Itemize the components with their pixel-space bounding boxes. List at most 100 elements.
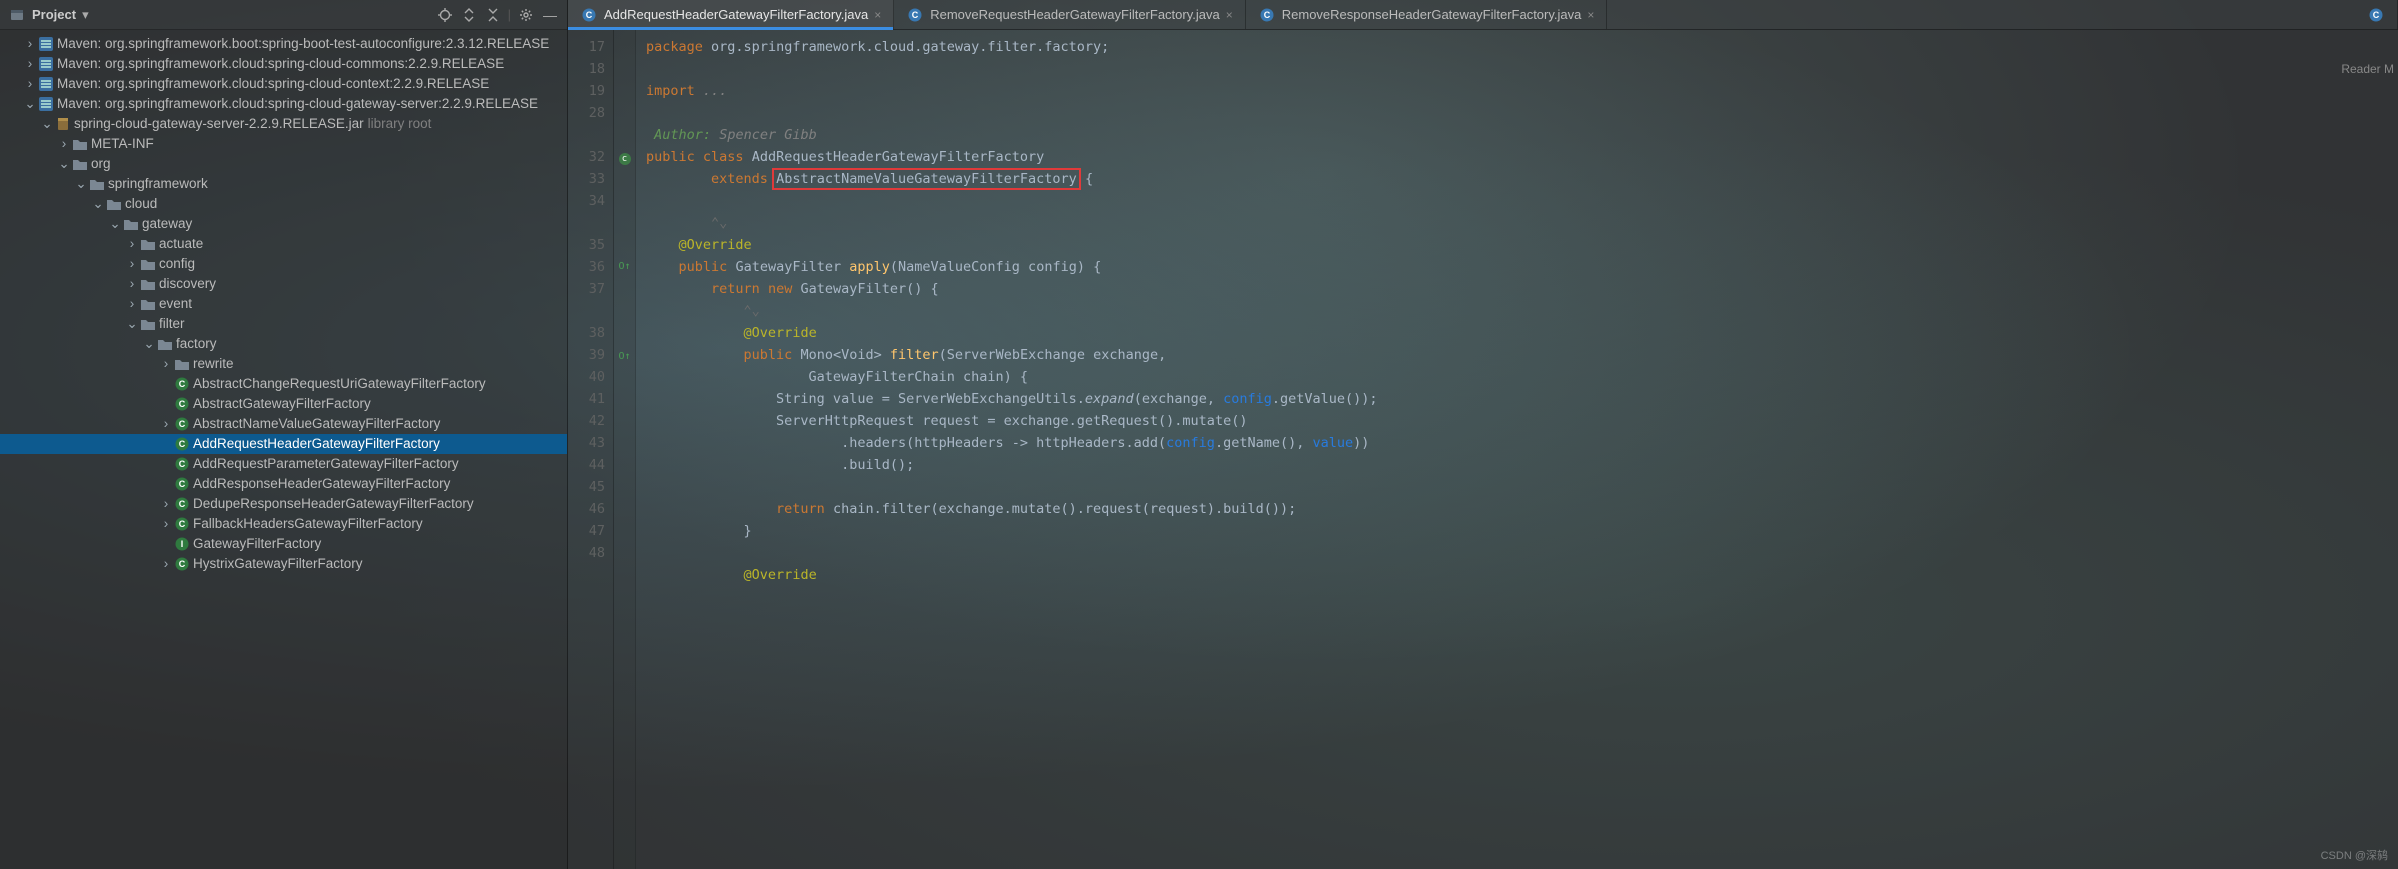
folder-icon	[139, 238, 157, 250]
tree-node[interactable]: ⌄spring-cloud-gateway-server-2.2.9.RELEA…	[0, 114, 567, 134]
tree-node[interactable]: ⌄org	[0, 154, 567, 174]
locate-icon[interactable]	[436, 6, 454, 24]
hide-panel-icon[interactable]: —	[541, 6, 559, 24]
tree-node[interactable]: ⌄ Maven: org.springframework.cloud:spring…	[0, 94, 567, 114]
maven-icon	[37, 57, 55, 71]
tree-arrow-icon[interactable]: ⌄	[142, 334, 156, 354]
tree-node-label: Maven: org.springframework.cloud:spring-…	[57, 74, 489, 94]
tree-node[interactable]: › Maven: org.springframework.cloud:spring…	[0, 74, 567, 94]
class-icon: C	[173, 497, 191, 511]
tree-node-label: DedupeResponseHeaderGatewayFilterFactory	[193, 494, 474, 514]
code-area[interactable]: package org.springframework.cloud.gatewa…	[636, 30, 2398, 869]
tree-node[interactable]: CAbstractGatewayFilterFactory	[0, 394, 567, 414]
editor-tab[interactable]: C AddRequestHeaderGatewayFilterFactory.ja…	[568, 0, 894, 29]
tree-node[interactable]: CAddRequestParameterGatewayFilterFactory	[0, 454, 567, 474]
jar-icon	[54, 117, 72, 131]
tree-node-label: discovery	[159, 274, 216, 294]
folder-icon	[139, 258, 157, 270]
tree-arrow-icon[interactable]: ›	[125, 294, 139, 314]
tree-node[interactable]: ›CHystrixGatewayFilterFactory	[0, 554, 567, 574]
svg-text:C: C	[179, 379, 186, 389]
tree-arrow-icon[interactable]: ›	[159, 514, 173, 534]
editor-pane: C AddRequestHeaderGatewayFilterFactory.ja…	[568, 0, 2398, 869]
tree-node-suffix: library root	[368, 114, 432, 134]
tree-node[interactable]: CAbstractChangeRequestUriGatewayFilterFa…	[0, 374, 567, 394]
tree-arrow-icon[interactable]: ⌄	[108, 214, 122, 234]
reader-mode-label[interactable]: Reader M	[2341, 62, 2394, 76]
tree-node[interactable]: › Maven: org.springframework.cloud:spring…	[0, 54, 567, 74]
gutter-icons: c O↑ O↑	[614, 30, 636, 869]
dropdown-icon[interactable]: ▾	[82, 7, 89, 23]
tree-node-label: FallbackHeadersGatewayFilterFactory	[193, 514, 423, 534]
tree-node[interactable]: ⌄springframework	[0, 174, 567, 194]
tree-node[interactable]: ⌄gateway	[0, 214, 567, 234]
tree-node[interactable]: ›actuate	[0, 234, 567, 254]
class-icon: C	[173, 557, 191, 571]
svg-text:C: C	[179, 439, 186, 449]
editor-tab[interactable]: CRemoveResponseHeaderGatewayFilterFactor…	[1246, 0, 1608, 29]
java-class-icon: C	[580, 8, 598, 22]
folder-icon	[105, 198, 123, 210]
java-class-icon: C	[1258, 8, 1276, 22]
maven-icon	[37, 77, 55, 91]
tree-arrow-icon[interactable]: ⌄	[74, 174, 88, 194]
tree-arrow-icon[interactable]: ⌄	[23, 94, 37, 114]
svg-text:C: C	[586, 10, 593, 20]
tree-node-label: Maven: org.springframework.cloud:spring-…	[57, 54, 504, 74]
tree-node[interactable]: CAddResponseHeaderGatewayFilterFactory	[0, 474, 567, 494]
tree-node[interactable]: ›event	[0, 294, 567, 314]
tree-node[interactable]: ›CDedupeResponseHeaderGatewayFilterFacto…	[0, 494, 567, 514]
tree-arrow-icon[interactable]: ›	[159, 354, 173, 374]
tree-arrow-icon[interactable]: ›	[125, 254, 139, 274]
close-icon[interactable]: ×	[1226, 8, 1233, 22]
editor-tab[interactable]: CRemoveRequestHeaderGatewayFilterFactory…	[894, 0, 1246, 29]
tree-node-label: AbstractNameValueGatewayFilterFactory	[193, 414, 440, 434]
gear-icon[interactable]	[517, 6, 535, 24]
tree-node[interactable]: › rewrite	[0, 354, 567, 374]
tree-node[interactable]: CAddRequestHeaderGatewayFilterFactory	[0, 434, 567, 454]
tree-arrow-icon[interactable]: ›	[159, 494, 173, 514]
tree-node-label: rewrite	[193, 354, 234, 374]
editor-tab-label: AddRequestHeaderGatewayFilterFactory.jav…	[604, 7, 868, 22]
tree-node[interactable]: ›Maven: org.springframework.boot:spring-…	[0, 34, 567, 54]
project-panel-header: Project ▾ | —	[0, 0, 567, 30]
tree-node[interactable]: ⌄cloud	[0, 194, 567, 214]
tree-arrow-icon[interactable]: ›	[23, 54, 37, 74]
tree-node-label: Maven: org.springframework.cloud:spring-…	[57, 94, 538, 114]
java-class-icon: C	[906, 8, 924, 22]
folder-icon	[71, 138, 89, 150]
tree-node[interactable]: › discovery	[0, 274, 567, 294]
tree-arrow-icon[interactable]: ›	[159, 414, 173, 434]
tree-arrow-icon[interactable]: ›	[125, 234, 139, 254]
tree-arrow-icon[interactable]: ›	[125, 274, 139, 294]
tree-arrow-icon[interactable]: ⌄	[40, 114, 54, 134]
expand-all-icon[interactable]	[460, 6, 478, 24]
tree-arrow-icon[interactable]: ›	[57, 134, 71, 154]
svg-text:I: I	[181, 539, 184, 549]
close-icon[interactable]: ×	[1587, 8, 1594, 22]
editor-tab-more[interactable]: C	[2355, 0, 2398, 29]
tree-arrow-icon[interactable]: ›	[159, 554, 173, 574]
tree-node[interactable]: ›META-INF	[0, 134, 567, 154]
tree-node[interactable]: ›CAbstractNameValueGatewayFilterFactory	[0, 414, 567, 434]
close-icon[interactable]: ×	[874, 8, 881, 22]
editor-tabs: C AddRequestHeaderGatewayFilterFactory.ja…	[568, 0, 2398, 30]
tree-node[interactable]: ⌄factory	[0, 334, 567, 354]
tree-arrow-icon[interactable]: ⌄	[125, 314, 139, 334]
class-icon: C	[173, 477, 191, 491]
folder-icon	[139, 318, 157, 330]
tree-arrow-icon[interactable]: ⌄	[57, 154, 71, 174]
project-tree[interactable]: ›Maven: org.springframework.boot:spring-…	[0, 30, 567, 869]
svg-text:C: C	[179, 559, 186, 569]
folder-icon	[156, 338, 174, 350]
tree-arrow-icon[interactable]: ⌄	[91, 194, 105, 214]
tree-arrow-icon[interactable]: ›	[23, 74, 37, 94]
class-icon: C	[173, 457, 191, 471]
tree-node[interactable]: ›config	[0, 254, 567, 274]
folder-icon	[122, 218, 140, 230]
tree-node[interactable]: ›CFallbackHeadersGatewayFilterFactory	[0, 514, 567, 534]
tree-node[interactable]: ⌄filter	[0, 314, 567, 334]
tree-arrow-icon[interactable]: ›	[23, 34, 37, 54]
collapse-all-icon[interactable]	[484, 6, 502, 24]
tree-node[interactable]: IGatewayFilterFactory	[0, 534, 567, 554]
